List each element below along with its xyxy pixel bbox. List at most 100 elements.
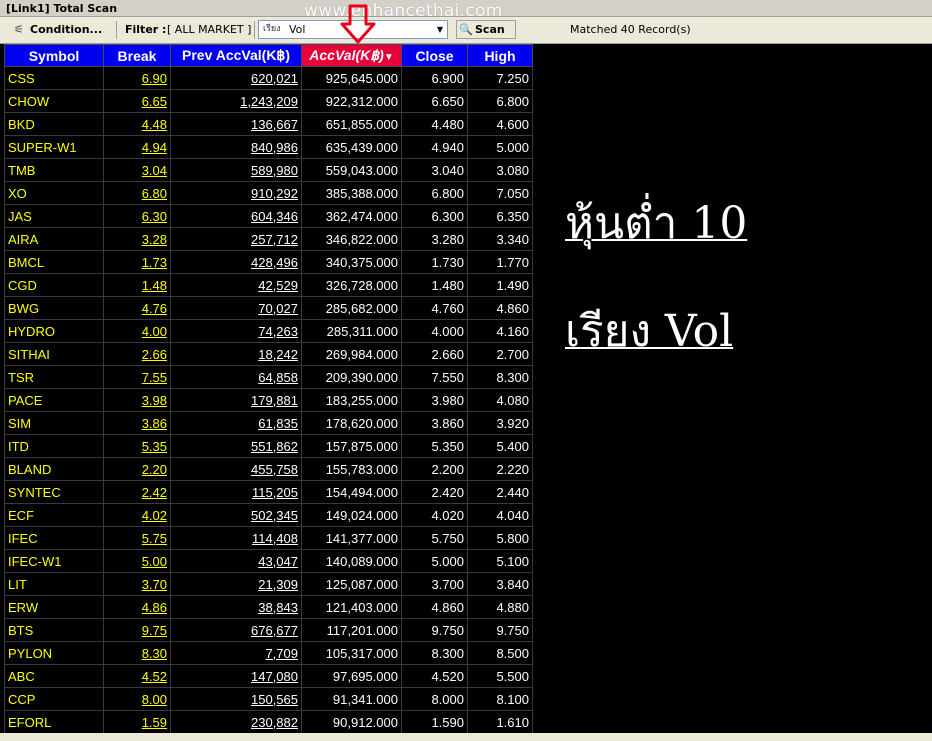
table-row[interactable]: ITD 5.35 551,862 157,875.000 5.350 5.400 [4, 434, 533, 458]
cell-break[interactable]: 2.42 [103, 480, 171, 504]
table-row[interactable]: CSS 6.90 620,021 925,645.000 6.900 7.250 [4, 66, 533, 90]
table-row[interactable]: CCP 8.00 150,565 91,341.000 8.000 8.100 [4, 687, 533, 711]
scan-button[interactable]: 🔍 Scan [456, 20, 516, 39]
cell-break[interactable]: 1.73 [103, 250, 171, 274]
cell-prev-accval[interactable]: 61,835 [170, 411, 302, 435]
cell-break[interactable]: 3.28 [103, 227, 171, 251]
column-header-symbol[interactable]: Symbol [4, 44, 104, 67]
cell-prev-accval[interactable]: 7,709 [170, 641, 302, 665]
cell-prev-accval[interactable]: 428,496 [170, 250, 302, 274]
column-header-break[interactable]: Break [103, 44, 171, 67]
table-row[interactable]: SIM 3.86 61,835 178,620.000 3.860 3.920 [4, 411, 533, 435]
cell-break[interactable]: 5.75 [103, 526, 171, 550]
cell-break[interactable]: 6.65 [103, 89, 171, 113]
cell-break[interactable]: 8.00 [103, 687, 171, 711]
cell-break[interactable]: 7.55 [103, 365, 171, 389]
cell-prev-accval[interactable]: 230,882 [170, 710, 302, 734]
cell-prev-accval[interactable]: 18,242 [170, 342, 302, 366]
cell-break[interactable]: 6.90 [103, 66, 171, 90]
table-row[interactable]: ABC 4.52 147,080 97,695.000 4.520 5.500 [4, 664, 533, 688]
table-row[interactable]: EFORL 1.59 230,882 90,912.000 1.590 1.610 [4, 710, 533, 734]
table-row[interactable]: BWG 4.76 70,027 285,682.000 4.760 4.860 [4, 296, 533, 320]
cell-break[interactable]: 5.00 [103, 549, 171, 573]
table-row[interactable]: TSR 7.55 64,858 209,390.000 7.550 8.300 [4, 365, 533, 389]
cell-prev-accval[interactable]: 43,047 [170, 549, 302, 573]
cell-accval: 635,439.000 [301, 135, 402, 159]
cell-break[interactable]: 2.20 [103, 457, 171, 481]
cell-prev-accval[interactable]: 589,980 [170, 158, 302, 182]
cell-close: 8.300 [401, 641, 468, 665]
cell-prev-accval[interactable]: 115,205 [170, 480, 302, 504]
table-row[interactable]: SYNTEC 2.42 115,205 154,494.000 2.420 2.440 [4, 480, 533, 504]
cell-break[interactable]: 4.00 [103, 319, 171, 343]
cell-break[interactable]: 8.30 [103, 641, 171, 665]
cell-break[interactable]: 2.66 [103, 342, 171, 366]
table-row[interactable]: CHOW 6.65 1,243,209 922,312.000 6.650 6.800 [4, 89, 533, 113]
cell-break[interactable]: 4.52 [103, 664, 171, 688]
column-header-accval[interactable]: AccVal(K฿)▼ [301, 44, 402, 67]
filter-value[interactable]: [ ALL MARKET ] [167, 20, 251, 40]
table-row[interactable]: HYDRO 4.00 74,263 285,311.000 4.000 4.160 [4, 319, 533, 343]
cell-prev-accval[interactable]: 620,021 [170, 66, 302, 90]
cell-break[interactable]: 3.04 [103, 158, 171, 182]
table-row[interactable]: AIRA 3.28 257,712 346,822.000 3.280 3.340 [4, 227, 533, 251]
cell-break[interactable]: 5.35 [103, 434, 171, 458]
cell-break[interactable]: 3.86 [103, 411, 171, 435]
table-row[interactable]: ERW 4.86 38,843 121,403.000 4.860 4.880 [4, 595, 533, 619]
cell-break[interactable]: 4.76 [103, 296, 171, 320]
table-row[interactable]: BMCL 1.73 428,496 340,375.000 1.730 1.770 [4, 250, 533, 274]
table-row[interactable]: BLAND 2.20 455,758 155,783.000 2.200 2.220 [4, 457, 533, 481]
cell-prev-accval[interactable]: 551,862 [170, 434, 302, 458]
chevron-down-icon[interactable]: ▼ [433, 21, 447, 38]
table-row[interactable]: ECF 4.02 502,345 149,024.000 4.020 4.040 [4, 503, 533, 527]
column-header-close[interactable]: Close [401, 44, 468, 67]
cell-break[interactable]: 3.98 [103, 388, 171, 412]
cell-prev-accval[interactable]: 147,080 [170, 664, 302, 688]
table-row[interactable]: PACE 3.98 179,881 183,255.000 3.980 4.080 [4, 388, 533, 412]
cell-prev-accval[interactable]: 910,292 [170, 181, 302, 205]
cell-break[interactable]: 4.86 [103, 595, 171, 619]
column-header-high[interactable]: High [467, 44, 533, 67]
cell-prev-accval[interactable]: 179,881 [170, 388, 302, 412]
cell-prev-accval[interactable]: 840,986 [170, 135, 302, 159]
column-header-prev-accval[interactable]: Prev AccVal(K฿) [170, 44, 302, 67]
cell-break[interactable]: 4.94 [103, 135, 171, 159]
table-row[interactable]: TMB 3.04 589,980 559,043.000 3.040 3.080 [4, 158, 533, 182]
table-row[interactable]: CGD 1.48 42,529 326,728.000 1.480 1.490 [4, 273, 533, 297]
cell-break[interactable]: 1.59 [103, 710, 171, 734]
cell-prev-accval[interactable]: 74,263 [170, 319, 302, 343]
cell-break[interactable]: 4.48 [103, 112, 171, 136]
cell-prev-accval[interactable]: 676,677 [170, 618, 302, 642]
table-row[interactable]: PYLON 8.30 7,709 105,317.000 8.300 8.500 [4, 641, 533, 665]
table-row[interactable]: JAS 6.30 604,346 362,474.000 6.300 6.350 [4, 204, 533, 228]
table-row[interactable]: SUPER-W1 4.94 840,986 635,439.000 4.940 5.000 [4, 135, 533, 159]
cell-prev-accval[interactable]: 70,027 [170, 296, 302, 320]
table-row[interactable]: BTS 9.75 676,677 117,201.000 9.750 9.750 [4, 618, 533, 642]
cell-prev-accval[interactable]: 604,346 [170, 204, 302, 228]
cell-break[interactable]: 9.75 [103, 618, 171, 642]
cell-break[interactable]: 6.30 [103, 204, 171, 228]
table-row[interactable]: SITHAI 2.66 18,242 269,984.000 2.660 2.700 [4, 342, 533, 366]
table-row[interactable]: LIT 3.70 21,309 125,087.000 3.700 3.840 [4, 572, 533, 596]
cell-break[interactable]: 1.48 [103, 273, 171, 297]
cell-prev-accval[interactable]: 38,843 [170, 595, 302, 619]
table-row[interactable]: BKD 4.48 136,667 651,855.000 4.480 4.600 [4, 112, 533, 136]
table-row[interactable]: IFEC-W1 5.00 43,047 140,089.000 5.000 5.100 [4, 549, 533, 573]
cell-prev-accval[interactable]: 136,667 [170, 112, 302, 136]
cell-break[interactable]: 6.80 [103, 181, 171, 205]
cell-prev-accval[interactable]: 64,858 [170, 365, 302, 389]
cell-prev-accval[interactable]: 114,408 [170, 526, 302, 550]
cell-prev-accval[interactable]: 257,712 [170, 227, 302, 251]
cell-prev-accval[interactable]: 150,565 [170, 687, 302, 711]
cell-prev-accval[interactable]: 1,243,209 [170, 89, 302, 113]
cell-prev-accval[interactable]: 455,758 [170, 457, 302, 481]
condition-button[interactable]: ⚟ Condition... [14, 20, 102, 40]
cell-break[interactable]: 3.70 [103, 572, 171, 596]
table-row[interactable]: XO 6.80 910,292 385,388.000 6.800 7.050 [4, 181, 533, 205]
cell-prev-accval[interactable]: 42,529 [170, 273, 302, 297]
table-row[interactable]: IFEC 5.75 114,408 141,377.000 5.750 5.800 [4, 526, 533, 550]
cell-high: 8.500 [467, 641, 533, 665]
cell-break[interactable]: 4.02 [103, 503, 171, 527]
cell-prev-accval[interactable]: 21,309 [170, 572, 302, 596]
cell-prev-accval[interactable]: 502,345 [170, 503, 302, 527]
